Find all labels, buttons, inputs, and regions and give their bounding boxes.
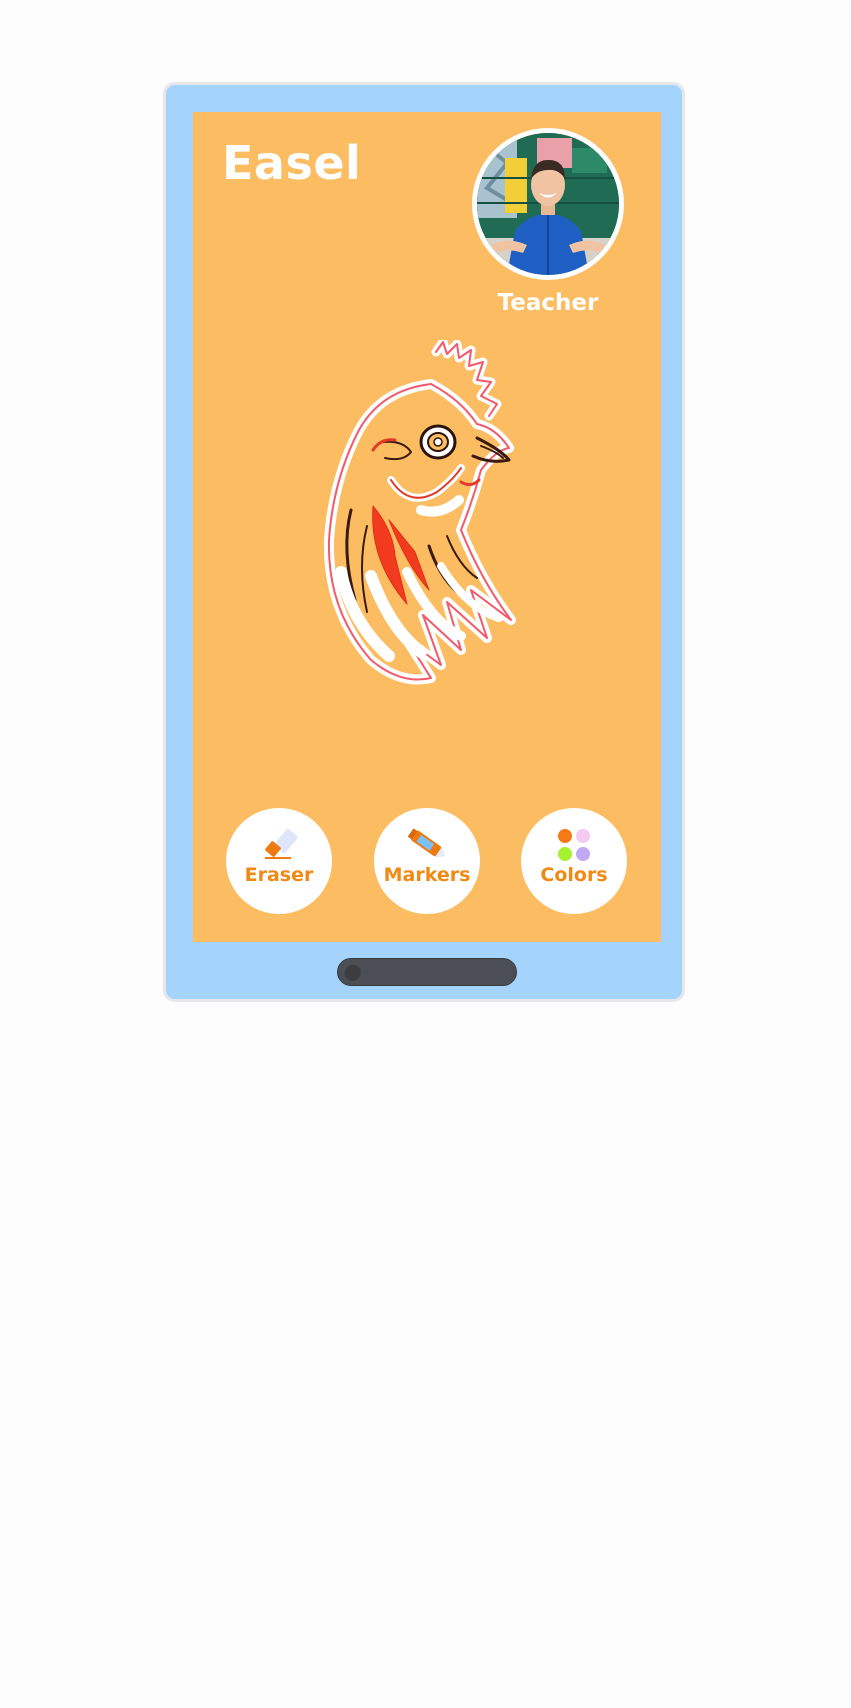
device-frame: Easel Teacher Eraser Markers Colors (163, 82, 685, 1002)
eraser-label: Eraser (244, 864, 314, 886)
rooster-drawing[interactable] (311, 340, 541, 700)
teacher-label: Teacher (497, 290, 599, 316)
color-palette-icon (558, 829, 590, 861)
home-bar[interactable] (337, 958, 517, 986)
teacher-video[interactable]: Teacher (468, 128, 628, 316)
easel-screen: Easel Teacher Eraser Markers Colors (193, 112, 661, 942)
colors-button[interactable]: Colors (521, 808, 627, 914)
teacher-avatar (472, 128, 624, 280)
home-button-icon (343, 963, 361, 981)
markers-button[interactable]: Markers (374, 808, 480, 914)
app-title: Easel (222, 136, 362, 190)
markers-label: Markers (383, 864, 471, 886)
colors-label: Colors (540, 864, 608, 886)
marker-icon (407, 828, 446, 857)
eraser-button[interactable]: Eraser (226, 808, 332, 914)
eraser-icon (265, 828, 298, 859)
